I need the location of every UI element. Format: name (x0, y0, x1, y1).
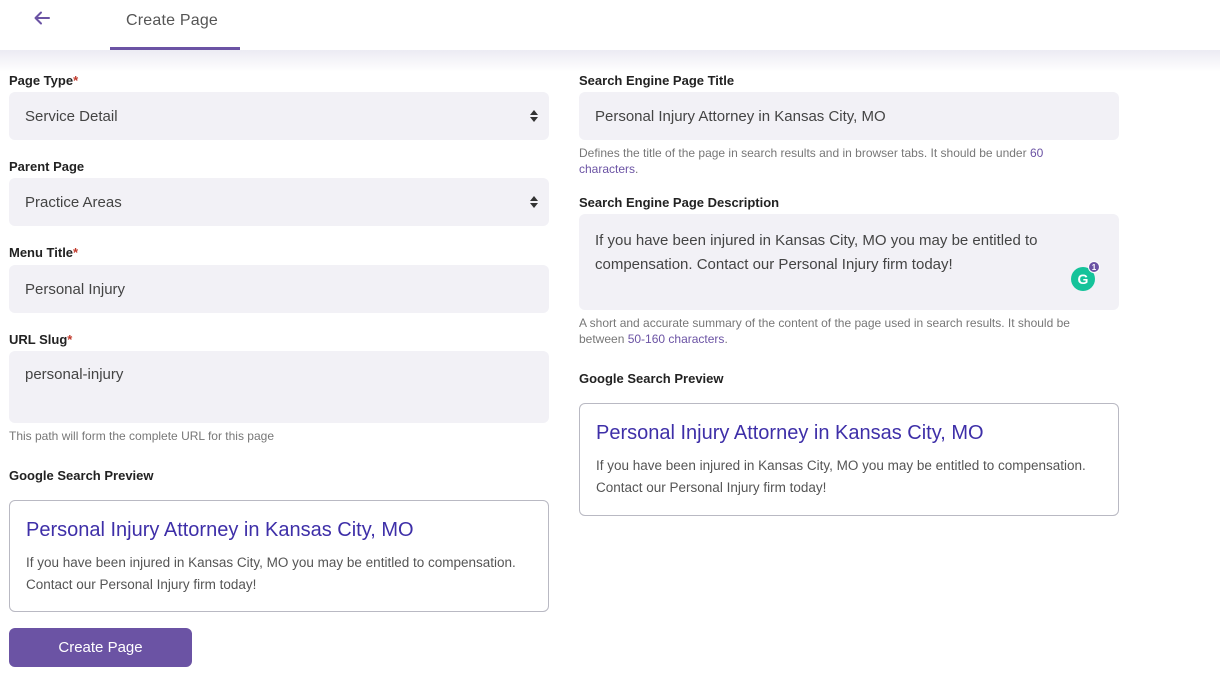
url-slug-help: This path will form the complete URL for… (9, 429, 275, 443)
url-slug-value: personal-injury (25, 366, 124, 383)
page-type-value: Service Detail (25, 107, 118, 125)
seo-title-input[interactable]: Personal Injury Attorney in Kansas City,… (579, 92, 1119, 140)
back-button[interactable] (30, 6, 54, 30)
preview-title: Personal Injury Attorney in Kansas City,… (596, 422, 984, 444)
menu-title-label: Menu Title* (9, 245, 79, 260)
google-search-preview: Personal Injury Attorney in Kansas City,… (9, 500, 549, 612)
page-type-select[interactable]: Service Detail (9, 92, 549, 140)
parent-page-select[interactable]: Practice Areas (9, 178, 549, 226)
google-search-preview: Personal Injury Attorney in Kansas City,… (579, 403, 1119, 516)
preview-description: If you have been injured in Kansas City,… (26, 555, 516, 592)
preview-description: If you have been injured in Kansas City,… (596, 458, 1086, 495)
grammarly-icon[interactable]: G 1 (1071, 261, 1100, 291)
tab-label: Create Page (126, 12, 219, 29)
google-preview-label: Google Search Preview (579, 371, 724, 386)
url-slug-label: URL Slug* (9, 332, 73, 347)
preview-title: Personal Injury Attorney in Kansas City,… (26, 519, 414, 541)
google-preview-label: Google Search Preview (9, 468, 154, 483)
header-shadow (0, 50, 1220, 72)
seo-description-value: If you have been injured in Kansas City,… (595, 232, 1038, 273)
url-slug-input[interactable]: personal-injury (9, 351, 549, 423)
seo-description-textarea[interactable]: If you have been injured in Kansas City,… (579, 214, 1119, 310)
seo-title-label: Search Engine Page Title (579, 73, 735, 88)
seo-description-label: Search Engine Page Description (579, 195, 780, 210)
grammarly-count-badge: 1 (1088, 261, 1100, 273)
select-arrows-icon (530, 196, 538, 208)
arrow-left-icon (34, 11, 50, 25)
parent-page-label: Parent Page (9, 159, 85, 174)
top-bar: Create Page (0, 0, 1220, 50)
menu-title-input[interactable]: Personal Injury (9, 265, 549, 313)
seo-description-help: A short and accurate summary of the cont… (579, 316, 1070, 346)
menu-title-value: Personal Injury (25, 280, 126, 298)
parent-page-value: Practice Areas (25, 193, 122, 211)
page-type-label: Page Type* (9, 73, 79, 88)
create-page-button[interactable]: Create Page (9, 628, 192, 667)
tab-create-page[interactable]: Create Page (110, 0, 240, 50)
select-arrows-icon (530, 110, 538, 122)
seo-title-value: Personal Injury Attorney in Kansas City,… (595, 107, 886, 125)
seo-title-help: Defines the title of the page in search … (579, 146, 1044, 176)
